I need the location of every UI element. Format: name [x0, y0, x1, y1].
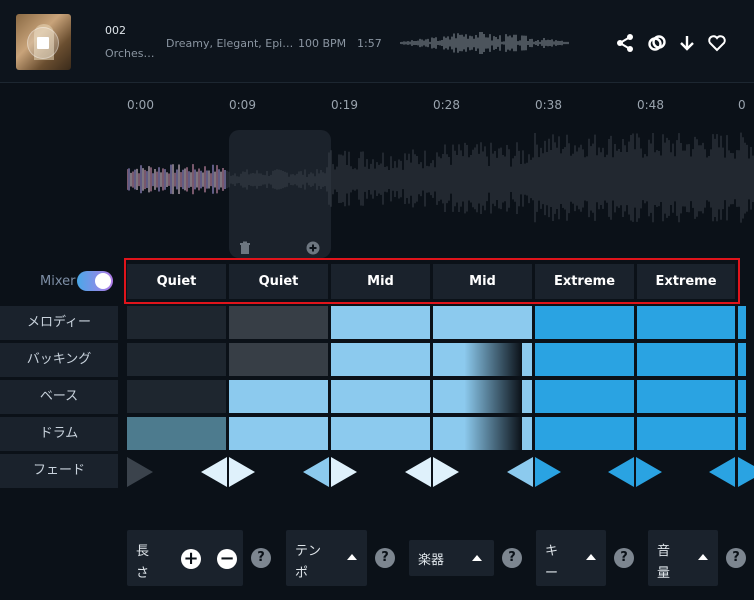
- fade-out-marker: [608, 457, 634, 487]
- grid-cell[interactable]: [535, 343, 634, 376]
- timeline-tick: 0:48: [637, 98, 664, 112]
- instrument-label: 楽器: [418, 553, 445, 568]
- fade-in-marker: [433, 457, 459, 487]
- fade-in-marker: [738, 457, 754, 487]
- tempo-label: ポ: [295, 566, 309, 581]
- grid-cell[interactable]: [738, 417, 746, 450]
- favorite-heart-icon[interactable]: [707, 33, 727, 53]
- mixer-label: Mixer: [40, 274, 76, 289]
- fade-overlay: [450, 380, 522, 413]
- grid-cell[interactable]: [738, 343, 746, 376]
- track-tags: Dreamy, Elegant, Epi…: [166, 37, 294, 50]
- volume-label: 音: [657, 544, 671, 559]
- volume-help-icon[interactable]: ?: [726, 548, 746, 568]
- track-length: 1:57: [357, 37, 382, 50]
- grid-cell[interactable]: [229, 380, 328, 413]
- grid-cell[interactable]: [127, 380, 226, 413]
- mixer-toggle[interactable]: [77, 271, 113, 291]
- download-icon[interactable]: [677, 33, 697, 53]
- track-label-melody: メロディー: [0, 306, 118, 340]
- grid-cell[interactable]: [229, 343, 328, 376]
- timeline-tick: 0:09: [229, 98, 256, 112]
- mini-waveform[interactable]: [400, 32, 570, 54]
- volume-control[interactable]: 音 量: [648, 530, 718, 586]
- grid-cell[interactable]: [127, 343, 226, 376]
- trash-icon[interactable]: [238, 240, 252, 254]
- volume-label: 量: [657, 566, 671, 581]
- tempo-help-icon[interactable]: ?: [375, 548, 395, 568]
- track-bpm: 100 BPM: [298, 37, 347, 50]
- grid-cell[interactable]: [637, 306, 735, 339]
- toggle-knob: [95, 273, 111, 289]
- caret-up-icon: [698, 554, 708, 560]
- grid-cell[interactable]: [127, 306, 226, 339]
- fade-overlay: [450, 417, 522, 450]
- timeline-tick: 0: [738, 98, 746, 112]
- fade-in-marker: [535, 457, 561, 487]
- energy-row-highlight: [124, 258, 740, 304]
- fade-out-marker: [507, 457, 533, 487]
- grid-cell[interactable]: [331, 380, 430, 413]
- key-label: ー: [545, 566, 559, 581]
- track-label-backing: バッキング: [0, 343, 118, 377]
- instrument-help-icon[interactable]: ?: [502, 548, 522, 568]
- fade-overlay: [450, 343, 522, 376]
- key-label: キ: [545, 544, 559, 559]
- grid-cell[interactable]: [331, 306, 430, 339]
- grid-cell[interactable]: [535, 417, 634, 450]
- stop-icon: [37, 37, 49, 49]
- fade-in-marker: [636, 457, 662, 487]
- fade-out-marker: [303, 457, 329, 487]
- grid-cell[interactable]: [637, 417, 735, 450]
- stop-button[interactable]: [27, 27, 59, 59]
- add-circle-icon[interactable]: [306, 240, 320, 255]
- grid-cell[interactable]: [637, 380, 735, 413]
- grid-cell[interactable]: [738, 306, 746, 339]
- tempo-label: テン: [295, 544, 322, 559]
- grid-cell[interactable]: [127, 417, 226, 450]
- fade-out-marker: [709, 457, 735, 487]
- length-label: 長: [136, 544, 150, 559]
- length-control: 長 さ + −: [127, 530, 243, 586]
- grid-cell[interactable]: [433, 306, 532, 339]
- timeline-tick: 0:00: [127, 98, 154, 112]
- caret-up-icon: [347, 554, 357, 560]
- grid-cell[interactable]: [229, 306, 328, 339]
- key-control[interactable]: キ ー: [536, 530, 606, 586]
- fade-in-marker: [331, 457, 357, 487]
- main-waveform[interactable]: [127, 130, 754, 240]
- key-help-icon[interactable]: ?: [614, 548, 634, 568]
- grid-cell[interactable]: [738, 380, 746, 413]
- fade-in-marker: [127, 457, 153, 487]
- grid-cell[interactable]: [637, 343, 735, 376]
- fade-out-marker: [405, 457, 431, 487]
- length-plus-button[interactable]: +: [181, 549, 201, 569]
- grid-cell[interactable]: [535, 380, 634, 413]
- track-genre: Orches…: [105, 47, 155, 60]
- caret-up-icon: [586, 554, 596, 560]
- track-number: 002: [105, 24, 126, 37]
- timeline-tick: 0:28: [433, 98, 460, 112]
- track-label-fade: フェード: [0, 454, 118, 488]
- link-icon[interactable]: [647, 33, 667, 53]
- share-icon[interactable]: [615, 33, 635, 53]
- grid-cell[interactable]: [331, 343, 430, 376]
- grid-cell[interactable]: [331, 417, 430, 450]
- grid-cell[interactable]: [229, 417, 328, 450]
- instrument-control[interactable]: 楽器: [409, 540, 494, 576]
- fade-markers[interactable]: [127, 455, 754, 489]
- timeline-tick: 0:19: [331, 98, 358, 112]
- fade-in-marker: [229, 457, 255, 487]
- length-help-icon[interactable]: ?: [251, 548, 271, 568]
- timeline-tick: 0:38: [535, 98, 562, 112]
- tempo-control[interactable]: テン ポ: [286, 530, 367, 586]
- track-label-bass: ベース: [0, 380, 118, 414]
- track-label-drums: ドラム: [0, 417, 118, 451]
- grid-cell[interactable]: [535, 306, 634, 339]
- fade-out-marker: [201, 457, 227, 487]
- length-minus-button[interactable]: −: [217, 549, 237, 569]
- caret-up-icon: [472, 555, 482, 561]
- length-label: さ: [136, 566, 150, 581]
